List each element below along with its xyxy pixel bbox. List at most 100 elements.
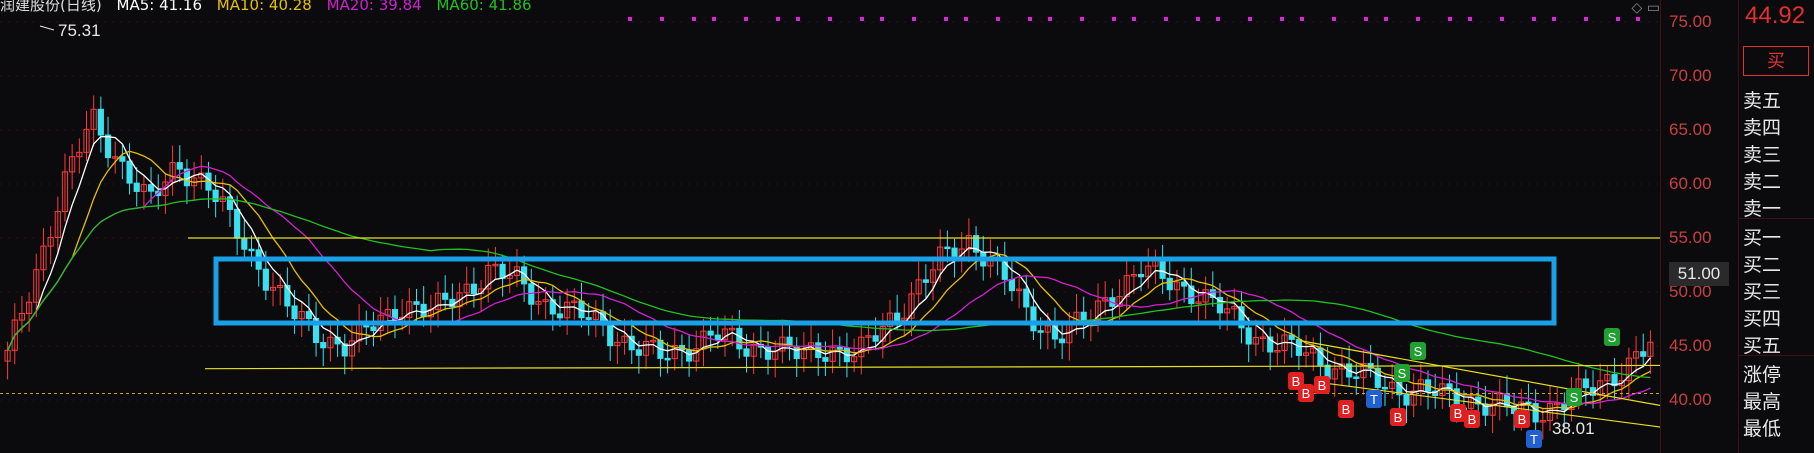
candle-body — [1640, 351, 1647, 357]
candle-body — [1166, 277, 1173, 291]
buy-level-row[interactable]: 买三 — [1743, 277, 1781, 304]
stat-row[interactable]: 最高 — [1743, 387, 1781, 414]
candle-body — [1181, 281, 1188, 287]
panel-divider — [1739, 355, 1814, 356]
candle-body — [413, 301, 420, 305]
sell-level-row[interactable]: 卖二 — [1743, 167, 1781, 194]
signal-dot — [1080, 17, 1084, 21]
signal-dot — [1500, 17, 1504, 21]
candle-body — [176, 162, 183, 170]
trade-marker-label: B — [1468, 412, 1477, 427]
candle-body — [234, 208, 241, 239]
price-plot: 75.3138.01BBBBB B B BSSSSTT — [0, 17, 1660, 448]
trade-marker-label: T — [1370, 392, 1378, 407]
low-price-label: 38.01 — [1552, 419, 1595, 438]
trade-marker-label: S — [1398, 366, 1407, 381]
trade-marker-label: B — [1342, 402, 1351, 417]
candle-body — [1059, 338, 1066, 344]
axis-tick-label: 55.00 — [1669, 228, 1712, 247]
signal-dot — [1300, 17, 1304, 21]
trade-marker-label: B — [1454, 406, 1463, 421]
stat-row[interactable]: 涨停 — [1743, 360, 1781, 387]
signal-dot — [828, 17, 832, 21]
candle-body — [241, 237, 248, 250]
candle-body — [1381, 386, 1389, 390]
candle-body — [1037, 330, 1044, 333]
candle-body — [119, 156, 126, 162]
trade-marker-label: B — [1394, 410, 1403, 425]
signal-dot — [912, 17, 916, 21]
signal-dot — [1248, 17, 1252, 21]
signal-dot — [776, 17, 780, 21]
signal-dot — [1112, 17, 1116, 21]
signal-dot — [628, 17, 632, 21]
stat-row[interactable]: 最低 — [1743, 414, 1781, 441]
signal-dot — [1468, 17, 1472, 21]
candle-body — [1295, 338, 1302, 356]
candle-body — [320, 342, 327, 349]
signal-dot — [1384, 17, 1388, 21]
candle-body — [944, 246, 951, 250]
signal-dot — [1028, 17, 1032, 21]
candle-body — [370, 326, 377, 332]
signal-dot — [1584, 17, 1588, 21]
signal-dot — [1552, 17, 1556, 21]
crosshair-price-label: 51.00 — [1669, 262, 1729, 286]
price-axis: 75.00 70.00 65.00 60.00 55.00 50.00 45.00 40.00… — [1660, 0, 1739, 453]
signal-dot — [880, 17, 884, 21]
candle-body — [291, 305, 298, 320]
candle-body — [1245, 327, 1252, 345]
sell-level-row[interactable]: 卖四 — [1743, 113, 1781, 140]
signal-dot — [692, 17, 696, 21]
candle-body — [836, 346, 843, 350]
candle-body — [262, 268, 269, 291]
sell-level-row[interactable]: 卖一 — [1743, 194, 1781, 221]
buy-level-row[interactable]: 买四 — [1743, 304, 1781, 331]
signal-dot — [1636, 17, 1640, 21]
candle-body — [686, 349, 693, 362]
trade-marker-label: S — [1608, 330, 1617, 345]
quote-panel: 44.92 买 卖五 卖四 卖三 卖二 卖一 买一 买二 买三 买四 买五 涨停 最高 最低 — [1738, 0, 1814, 453]
candle-body — [1023, 288, 1030, 308]
trade-marker-label: B — [1518, 412, 1527, 427]
candle-body — [133, 182, 140, 192]
signal-dot — [1416, 17, 1420, 21]
buy-level-row[interactable]: 买二 — [1743, 250, 1781, 277]
candle-body — [1137, 274, 1145, 278]
axis-tick-label: 45.00 — [1669, 336, 1712, 355]
signal-dot — [1532, 17, 1536, 21]
signal-dot — [1164, 17, 1168, 21]
candle-body — [736, 327, 743, 350]
trade-marker-label: S — [1570, 390, 1579, 405]
axis-tick-label: 65.00 — [1669, 120, 1712, 139]
candle-body — [635, 349, 642, 356]
candlestick-chart[interactable]: 润建股份(日线) MA5: 41.16 MA10: 40.28 MA20: 39… — [0, 0, 1660, 453]
buy-button[interactable]: 买 — [1743, 46, 1809, 76]
candle-body — [147, 184, 155, 192]
axis-tick-label: 60.00 — [1669, 174, 1712, 193]
signal-dot — [744, 17, 748, 21]
candle-body — [714, 334, 721, 341]
signal-dot — [1196, 17, 1200, 21]
signal-dot — [1332, 17, 1336, 21]
candle-body — [707, 330, 714, 336]
candle-body — [556, 313, 564, 319]
candle-body — [248, 248, 255, 252]
axis-tick-label: 70.00 — [1669, 66, 1712, 85]
trade-marker-label: S — [1414, 344, 1423, 359]
signal-dot — [660, 17, 664, 21]
candle-body — [822, 357, 829, 362]
sell-level-row[interactable]: 卖五 — [1743, 86, 1781, 113]
buy-level-row[interactable]: 买五 — [1743, 331, 1781, 358]
candle-body — [420, 303, 427, 318]
candle-body — [664, 357, 671, 361]
candle-body — [212, 189, 219, 202]
high-price-pointer — [39, 25, 55, 31]
signal-dot — [796, 17, 800, 21]
axis-tick-label: 40.00 — [1669, 390, 1712, 409]
candle-body — [872, 335, 879, 342]
sell-level-row[interactable]: 卖三 — [1743, 140, 1781, 167]
candle-body — [743, 348, 750, 357]
candle-body — [1030, 306, 1037, 332]
buy-level-row[interactable]: 买一 — [1743, 223, 1781, 250]
